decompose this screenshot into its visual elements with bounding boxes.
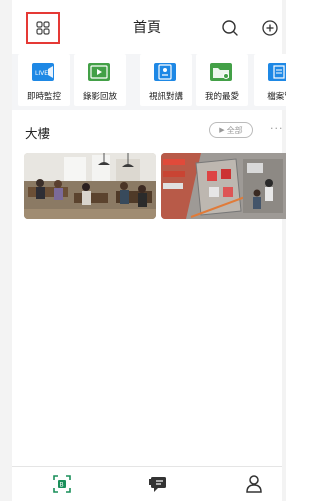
svg-text:LIVE: LIVE	[35, 70, 48, 77]
playback-icon	[88, 63, 110, 81]
quick-action-label: 錄影回放	[82, 92, 117, 102]
tab-home[interactable]: B	[51, 473, 73, 497]
search-button[interactable]	[220, 18, 240, 38]
menu-button[interactable]	[26, 12, 60, 44]
home-tab-icon: B	[53, 475, 71, 493]
quick-action-label: 我的最愛	[204, 92, 239, 102]
profile-tab-icon	[246, 475, 262, 493]
cafe-scene-image	[24, 153, 156, 219]
group-title: 大樓	[25, 126, 51, 141]
quick-action-intercom[interactable]: 視訊對講	[140, 54, 192, 106]
message-tab-icon	[149, 477, 166, 492]
tab-profile[interactable]	[243, 473, 265, 497]
warehouse-scene-image	[161, 153, 286, 219]
quick-action-label: 即時監控	[26, 92, 61, 102]
quick-action-label: 視訊對講	[148, 92, 183, 102]
intercom-icon	[154, 63, 176, 81]
quick-actions-bar: LIVE 即時監控 錄影回放 視訊對講 我的最愛 檔案管	[12, 54, 286, 110]
play-all-label: 全部	[226, 125, 243, 135]
bottom-tab-bar: B	[12, 466, 282, 502]
screen-edge-left	[0, 0, 12, 501]
header-bar: 首頁	[12, 0, 282, 54]
quick-action-favorites[interactable]: 我的最愛	[196, 54, 248, 106]
file-icon	[268, 63, 286, 81]
group-header: 大樓 ▶ 全部 ···	[12, 118, 286, 144]
camera-thumbnail-cafe[interactable]	[24, 153, 156, 219]
live-camera-icon: LIVE	[32, 63, 54, 81]
quick-action-playback[interactable]: 錄影回放	[74, 54, 126, 106]
quick-action-files[interactable]: 檔案管	[254, 54, 286, 106]
play-all-button[interactable]: ▶ 全部	[209, 122, 253, 138]
favorite-folder-icon	[210, 63, 232, 81]
quick-action-live-view[interactable]: LIVE 即時監控	[18, 54, 70, 106]
search-icon	[222, 20, 238, 36]
quick-action-label: 檔案管	[267, 92, 286, 102]
play-icon: ▶	[219, 126, 225, 134]
more-icon[interactable]: ···	[270, 122, 284, 135]
add-device-button[interactable]	[260, 18, 280, 38]
tab-messages[interactable]	[147, 473, 169, 497]
camera-thumbnail-warehouse[interactable]	[161, 153, 286, 219]
grid-icon	[36, 21, 50, 35]
add-circle-icon	[262, 20, 278, 36]
svg-text:B: B	[60, 482, 64, 489]
